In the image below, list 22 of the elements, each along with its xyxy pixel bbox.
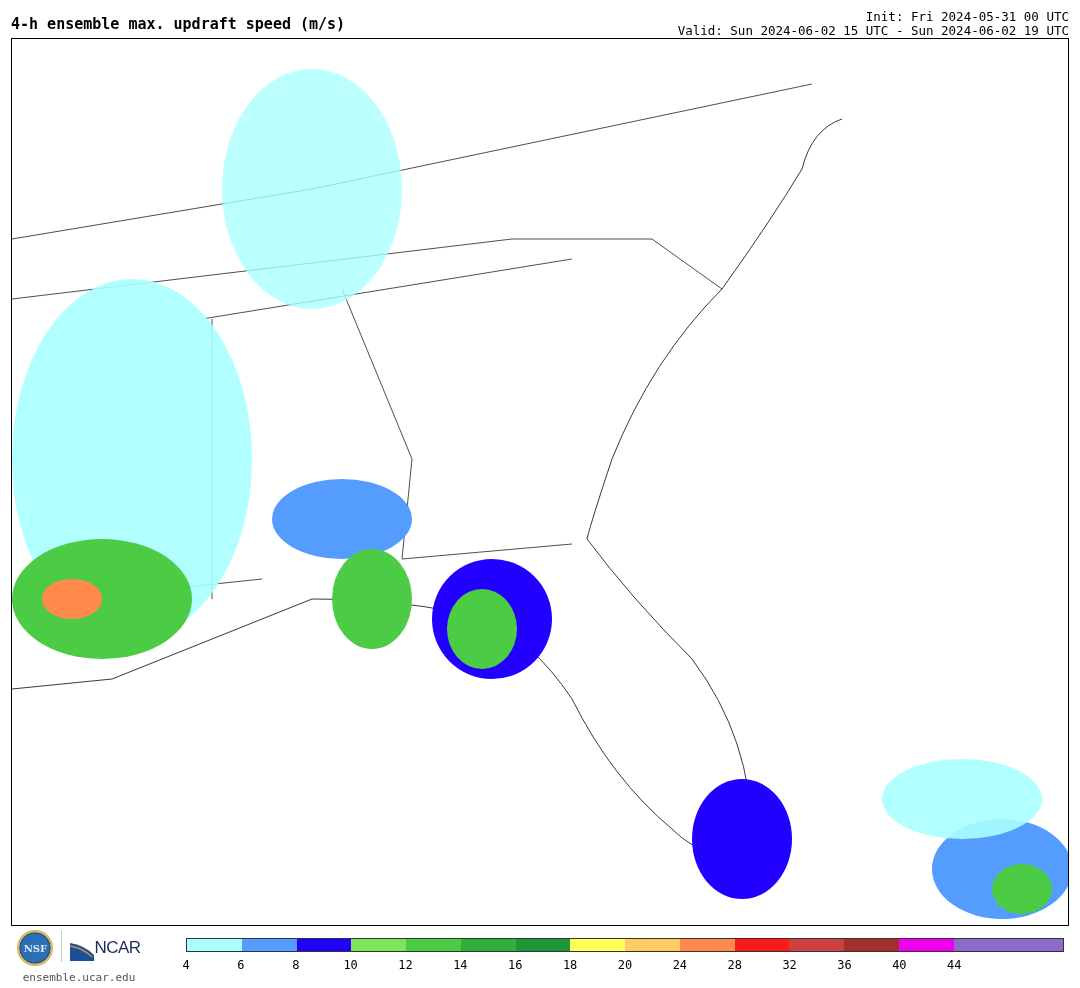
scale-tick-label: 28: [727, 957, 742, 974]
scale-tick-label: 14: [453, 957, 468, 974]
scale-tick-label: 18: [562, 957, 578, 974]
scale-tick-label: 24: [672, 957, 688, 974]
nsf-logo: NSF: [17, 930, 54, 966]
chart-title: 4-h ensemble max. updraft speed (m/s): [11, 17, 346, 35]
site-address: ensemble.ucar.edu: [22, 970, 136, 986]
scale-tick-label: 10: [343, 957, 358, 974]
scale-tick-label: 36: [837, 957, 852, 974]
ncar-logo: NCAR: [94, 937, 141, 960]
scale-tick-label: 44: [947, 957, 962, 974]
scale-tick-label: 6: [237, 957, 245, 974]
init-time: Init: Fri 2024-05-31 00 UTC: [864, 10, 1069, 24]
scale-tick-label: 8: [292, 957, 300, 974]
valid-time: Valid: Sun 2024-06-02 15 UTC - Sun 2024-06-02 19 UTC: [677, 24, 1069, 38]
scale-tick-label: 40: [892, 957, 907, 974]
arc-logo-icon: [70, 942, 95, 961]
scale-tick-label: 20: [617, 957, 633, 974]
scale-tick-label: 16: [508, 957, 523, 974]
scale-tick-label: 12: [398, 957, 413, 974]
scale-tick-label: 4: [182, 957, 190, 974]
scale-tick-label: 32: [782, 957, 797, 974]
